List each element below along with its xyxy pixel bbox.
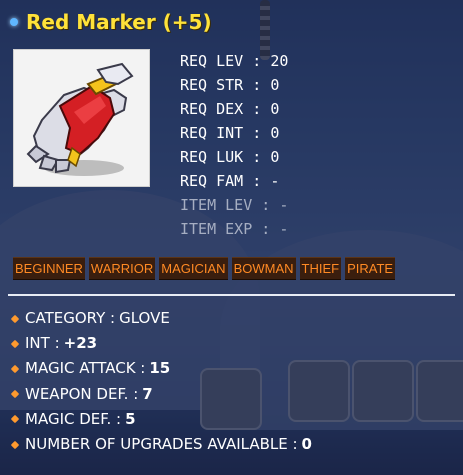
stat-row: INT : +23 (10, 331, 312, 356)
req-label: ITEM EXP (180, 220, 253, 238)
req-label: ITEM LEV (180, 196, 253, 214)
stat-value: +23 (63, 334, 98, 353)
job-tags: BEGINNER WARRIOR MAGICIAN BOWMAN THIEF P… (13, 257, 396, 280)
red-glove-icon (26, 62, 134, 176)
stat-label: WEAPON DEF. : (25, 384, 139, 403)
req-row: REQ INT : 0 (180, 124, 280, 142)
stat-value: 15 (149, 359, 171, 378)
stat-label: MAGIC DEF. : (25, 409, 122, 428)
stat-bullet-icon (10, 440, 20, 449)
req-label: REQ LUK (180, 148, 244, 166)
req-value: - (279, 220, 289, 238)
job-tag-magician: MAGICIAN (159, 257, 228, 280)
stat-label: CATEGORY : (25, 309, 116, 328)
stat-bullet-icon (10, 415, 20, 424)
stat-row: MAGIC DEF. : 5 (10, 407, 312, 432)
stat-row: MAGIC ATTACK : 15 (10, 356, 312, 381)
item-title-row: Red Marker (+5) (10, 8, 212, 36)
job-tag-warrior: WARRIOR (88, 257, 156, 280)
req-value: - (279, 196, 289, 214)
item-tooltip: Red Marker (+5) REQ LEV : 20 REQ STR: 0… (0, 0, 463, 475)
req-row: REQ LEV : 20 (180, 52, 289, 70)
stat-bullet-icon (10, 389, 20, 399)
requirements-list: REQ LEV : 20 REQ STR : 0 REQ DEX : 0 REQ… (180, 49, 288, 241)
req-label: REQ STR (180, 76, 244, 94)
req-value: 0 (270, 124, 280, 142)
stat-value: 7 (142, 384, 153, 403)
req-label: REQ LEV (180, 52, 244, 70)
req-label: REQ DEX (180, 100, 244, 118)
divider (8, 294, 455, 296)
req-label: REQ FAM (180, 172, 244, 190)
item-name: Red Marker (+5) (26, 10, 212, 34)
stat-row: NUMBER OF UPGRADES AVAILABLE : 0 (10, 432, 312, 457)
req-row: REQ FAM : - (180, 172, 280, 190)
req-row: ITEM EXP : - (180, 220, 289, 238)
stat-value: 0 (301, 435, 312, 454)
req-value: 0 (270, 100, 280, 118)
req-value: 0 (270, 148, 280, 166)
req-row: REQ LUK : 0 (180, 148, 280, 166)
stats-list: CATEGORY : GLOVE INT : +23 MAGIC ATTACK … (10, 306, 312, 457)
req-value: 20 (270, 52, 289, 70)
req-label: REQ INT (180, 124, 244, 142)
stat-value: GLOVE (119, 309, 170, 328)
stat-value: 5 (125, 409, 136, 428)
item-icon-box (13, 49, 150, 187)
stat-label: INT : (25, 334, 60, 353)
req-row: ITEM LEV : - (180, 196, 289, 214)
job-tag-pirate: PIRATE (345, 257, 396, 280)
req-value: 0 (270, 76, 280, 94)
stat-row: WEAPON DEF. : 7 (10, 382, 312, 407)
stat-label: NUMBER OF UPGRADES AVAILABLE : (25, 435, 298, 454)
stat-label: MAGIC ATTACK : (25, 359, 146, 378)
job-tag-thief: THIEF (299, 257, 342, 280)
stat-bullet-icon (10, 339, 20, 349)
stat-bullet-icon (10, 364, 20, 374)
req-value: - (270, 172, 280, 190)
req-row: REQ STR : 0 (180, 76, 280, 94)
job-tag-bowman: BOWMAN (231, 257, 296, 280)
job-tag-beginner: BEGINNER (13, 257, 85, 280)
stat-row: CATEGORY : GLOVE (10, 306, 312, 331)
stat-bullet-icon (10, 314, 20, 323)
req-row: REQ DEX : 0 (180, 100, 280, 118)
title-bullet-icon (10, 18, 18, 26)
